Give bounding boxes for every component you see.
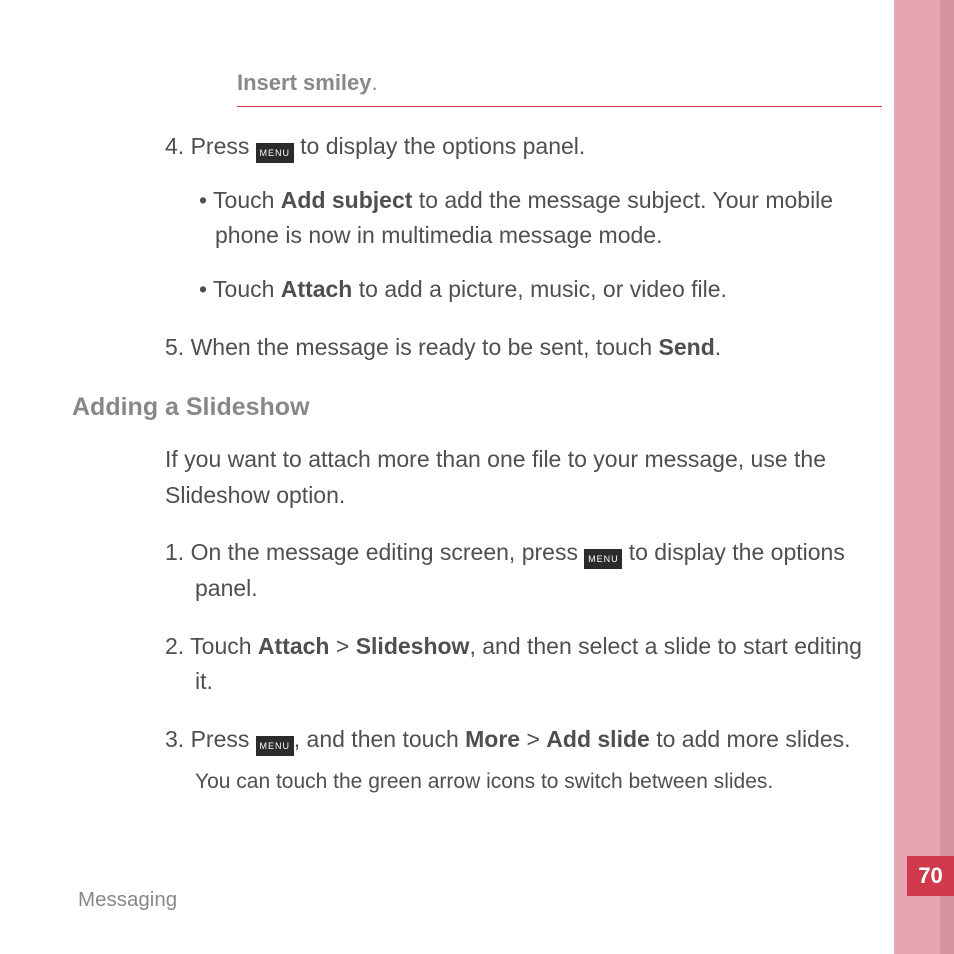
step-4-bullet-2: • Touch Attach to add a picture, music, … [187,272,885,308]
step-4-text-b: to display the options panel. [294,133,586,159]
text-b: Attach [258,633,330,659]
text-c: Slideshow [356,633,470,659]
num: 2. [165,633,190,659]
step-4: 4. Press MENU to display the options pan… [165,129,885,165]
text-e: to add more slides. [650,726,851,752]
text-c: More [465,726,520,752]
num: 3. [165,726,191,752]
menu-icon: MENU [256,736,294,756]
step-4-text-a: Press [191,133,256,159]
bullet: • [199,276,213,302]
text-b: , and then touch [294,726,465,752]
text-c: . [715,334,721,360]
text-a: On the message editing screen, press [191,539,585,565]
gt2: > [520,726,546,752]
header-tail: . [372,70,378,95]
text-a: Touch [213,276,281,302]
step-5: 5. When the message is ready to be sent,… [165,330,885,366]
menu-icon: MENU [584,549,622,569]
text-a: Touch [213,187,281,213]
slideshow-note: You can touch the green arrow icons to s… [195,766,885,799]
body-block-1: 4. Press MENU to display the options pan… [165,129,885,365]
page-outer-bar [940,0,954,954]
slideshow-step-1: 1. On the message editing screen, press … [165,535,885,606]
body-block-2: If you want to attach more than one file… [165,442,885,798]
header-bold: Insert smiley [237,70,372,95]
num: 1. [165,539,191,565]
text-b: Send [659,334,715,360]
slideshow-step-3: 3. Press MENU, and then touch More > Add… [165,722,885,758]
page-content: Insert smiley. 4. Press MENU to display … [0,0,880,954]
menu-icon: MENU [256,143,294,163]
gt1: > [329,633,355,659]
slideshow-step-2: 2. Touch Attach > Slideshow, and then se… [165,629,885,700]
step-4-num: 4. [165,133,191,159]
page-number: 70 [907,856,954,896]
text-b: Add subject [281,187,413,213]
bullet: • [199,187,213,213]
text-d: Add slide [546,726,650,752]
step-5-num: 5. [165,334,191,360]
step-4-bullet-1: • Touch Add subject to add the message s… [187,183,885,254]
text-c: to add a picture, music, or video file. [352,276,727,302]
footer-section-name: Messaging [78,888,177,912]
text-b: Attach [281,276,353,302]
slideshow-intro: If you want to attach more than one file… [165,442,885,513]
text-a: When the message is ready to be sent, to… [191,334,659,360]
heading-adding-slideshow: Adding a Slideshow [72,393,880,422]
section-continuation-header: Insert smiley. [237,70,882,107]
text-a: Press [191,726,256,752]
text-a: Touch [190,633,258,659]
